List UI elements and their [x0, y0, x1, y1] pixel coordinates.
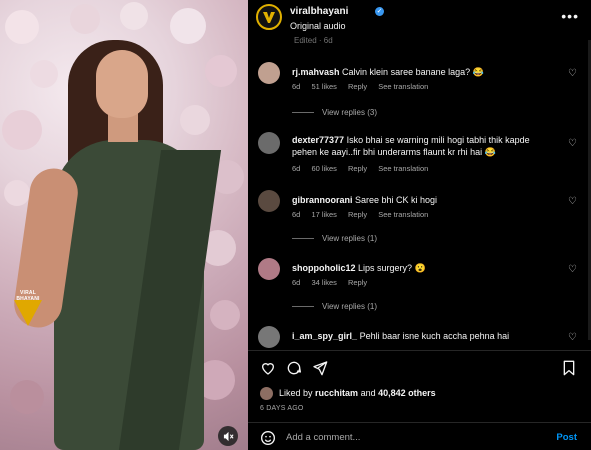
reply-button[interactable]: Reply — [348, 82, 367, 91]
comment-likes[interactable]: 60 likes — [311, 164, 336, 173]
comment-username[interactable]: rj.mahvash — [292, 67, 340, 77]
comment-time: 6d — [292, 278, 301, 287]
post-date: 6 DAYS AGO — [260, 405, 304, 412]
heart-icon — [261, 363, 275, 375]
comment-likes[interactable]: 51 likes — [311, 82, 336, 91]
comment-avatar[interactable] — [258, 258, 280, 280]
like-comment-heart-icon[interactable]: ♡ — [568, 68, 577, 79]
comment-avatar[interactable] — [258, 190, 280, 212]
comment-likes[interactable]: 17 likes — [311, 210, 336, 219]
see-translation-button[interactable]: See translation — [378, 82, 428, 91]
comment-username[interactable]: shoppoholic12 — [292, 263, 356, 273]
comment-likes[interactable]: 34 likes — [311, 278, 336, 287]
action-bar — [248, 356, 591, 380]
reply-button[interactable]: Reply — [348, 164, 367, 173]
comment-time: 6d — [292, 164, 301, 173]
logo-v-mark — [14, 300, 42, 326]
author-avatar[interactable] — [256, 4, 282, 30]
person-face — [96, 50, 148, 118]
author-username[interactable]: viralbhayani — [290, 6, 348, 17]
like-comment-heart-icon[interactable]: ♡ — [568, 196, 577, 207]
comment-username[interactable]: dexter77377 — [292, 135, 344, 145]
send-icon — [313, 361, 328, 376]
more-options-button[interactable]: ••• — [561, 8, 579, 24]
comment-time: 6d — [292, 210, 301, 219]
view-replies-button[interactable]: View replies (1) — [292, 302, 377, 311]
comment-time: 6d — [292, 82, 301, 91]
comment-username[interactable]: i_am_spy_girl_ — [292, 331, 357, 341]
liker-username[interactable]: rucchitam — [315, 388, 358, 398]
add-comment-bar: Add a comment... Post — [248, 426, 591, 450]
like-comment-heart-icon[interactable]: ♡ — [568, 264, 577, 275]
comment-bubble-icon — [287, 361, 301, 375]
emoji-button[interactable] — [258, 428, 278, 448]
comments-list[interactable]: Edited · 6d rj.mahvash Calvin klein sare… — [248, 36, 591, 350]
caption-meta: Edited · 6d — [294, 36, 333, 45]
comment-button[interactable] — [284, 358, 304, 378]
comment-text: Pehli baar isne kuch accha pehna hai — [359, 331, 510, 341]
post-header: viralbhayani ✓ Original audio ••• — [248, 0, 591, 36]
comment-text: Saree bhi CK ki hogi — [355, 195, 438, 205]
likes-summary[interactable]: Liked by rucchitam and 40,842 others — [260, 387, 436, 403]
comment-text: Calvin klein saree banane laga? 😂 — [342, 67, 484, 77]
reply-button[interactable]: Reply — [348, 210, 367, 219]
like-comment-heart-icon[interactable]: ♡ — [568, 332, 577, 343]
see-translation-button[interactable]: See translation — [378, 164, 428, 173]
comment-avatar[interactable] — [258, 62, 280, 84]
reply-button[interactable]: Reply — [348, 278, 367, 287]
view-replies-button[interactable]: View replies (1) — [292, 234, 377, 243]
see-translation-button[interactable]: See translation — [378, 210, 428, 219]
emoji-smile-icon — [261, 431, 275, 445]
post-media[interactable]: VIRAL BHAYANI — [0, 0, 248, 450]
share-button[interactable] — [310, 358, 330, 378]
audio-label[interactable]: Original audio — [290, 21, 346, 31]
comment-avatar[interactable] — [258, 326, 280, 348]
verified-badge-icon: ✓ — [375, 7, 384, 16]
likes-count[interactable]: 40,842 others — [378, 388, 436, 398]
mute-button[interactable] — [218, 426, 238, 446]
comment-avatar[interactable] — [258, 132, 280, 154]
post-panel: viralbhayani ✓ Original audio ••• Edited… — [248, 0, 591, 450]
speaker-muted-icon — [223, 431, 234, 441]
post-comment-button[interactable]: Post — [556, 432, 577, 443]
comment-username[interactable]: gibrannoorani — [292, 195, 353, 205]
watermark-logo: VIRAL BHAYANI — [8, 290, 48, 334]
like-comment-heart-icon[interactable]: ♡ — [568, 138, 577, 149]
comment-text: Lips surgery? 😮 — [358, 263, 426, 273]
v-logo-icon — [263, 12, 275, 23]
bookmark-icon — [563, 360, 575, 376]
view-replies-button[interactable]: View replies (3) — [292, 108, 377, 117]
save-button[interactable] — [559, 358, 579, 378]
comment-input[interactable]: Add a comment... — [286, 432, 360, 443]
divider — [248, 350, 591, 351]
like-button[interactable] — [258, 358, 278, 378]
divider — [248, 422, 591, 423]
liker-avatar — [260, 387, 273, 400]
